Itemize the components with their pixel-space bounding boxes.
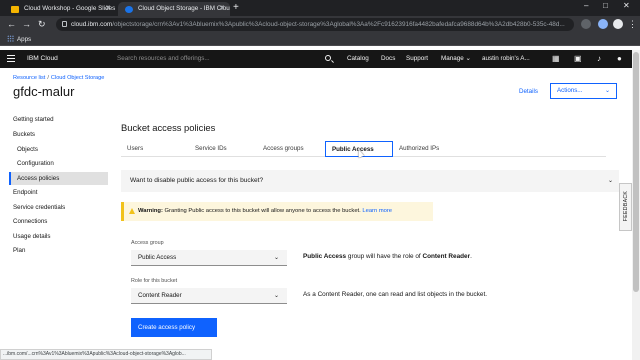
access-group-label: Access group — [131, 240, 164, 246]
sidebar-item-objects[interactable]: Objects — [17, 146, 38, 153]
browser-tab-cos[interactable]: Cloud Object Storage - IBM Clou ✕ — [118, 2, 230, 16]
status-bar-url: ...ibm.com/...crn%3Av1%3Abluemix%3Apubli… — [0, 349, 212, 360]
role-select[interactable]: Content Reader ⌄ — [131, 288, 287, 304]
menu-icon[interactable] — [7, 55, 15, 62]
user-avatar-icon[interactable]: ● — [617, 54, 622, 64]
help-icon[interactable]: ▣ — [574, 54, 582, 64]
sidebar-item-configuration[interactable]: Configuration — [17, 160, 54, 167]
access-group-description: Public Access group will have the role o… — [303, 253, 472, 260]
sidebar-item-buckets[interactable]: Buckets — [13, 131, 35, 138]
page-title: gfdc-malur — [13, 84, 75, 99]
sidebar-item-access-policies[interactable]: Access policies — [17, 175, 59, 182]
sidebar-item-usage-details[interactable]: Usage details — [13, 233, 51, 240]
nav-catalog[interactable]: Catalog — [347, 50, 369, 68]
role-label: Role for this bucket — [131, 278, 178, 284]
bookmarks-bar: Apps — [0, 33, 640, 46]
search-icon[interactable] — [325, 55, 331, 61]
warning-icon — [129, 208, 135, 214]
browser-tab-title: Cloud Workshop - Google Slides — [24, 5, 116, 12]
minimize-icon[interactable]: – — [584, 1, 588, 10]
tab-users[interactable]: Users — [121, 141, 189, 156]
chevron-down-icon: ⌄ — [465, 55, 471, 62]
tab-service-ids[interactable]: Service IDs — [189, 141, 257, 156]
browser-tab-title: Cloud Object Storage - IBM Clou — [138, 5, 230, 12]
browser-menu-icon[interactable]: ⋮ — [628, 18, 637, 31]
create-access-policy-button[interactable]: Create access policy — [131, 318, 217, 337]
account-switcher[interactable]: austin robin's A... — [482, 50, 530, 68]
section-title: Bucket access policies — [121, 122, 216, 133]
browser-tab-strip: Cloud Workshop - Google Slides ✕ Cloud O… — [0, 0, 640, 16]
sidebar-item-endpoint[interactable]: Endpoint — [13, 189, 37, 196]
tab-authorized-ips[interactable]: Authorized IPs — [393, 141, 461, 156]
tab-access-groups[interactable]: Access groups — [257, 141, 325, 156]
sidebar-item-service-credentials[interactable]: Service credentials — [13, 204, 65, 211]
learn-more-link[interactable]: Learn more — [362, 208, 392, 214]
close-tab-icon[interactable]: ✕ — [219, 2, 225, 16]
profile-avatar[interactable] — [613, 19, 623, 29]
sidebar-item-getting-started[interactable]: Getting started — [13, 116, 54, 123]
notifications-icon[interactable]: ♪ — [597, 54, 601, 64]
extension-icon[interactable] — [581, 19, 591, 29]
lock-icon — [62, 21, 67, 27]
chevron-down-icon: ⌄ — [604, 88, 610, 94]
chevron-down-icon: ⌄ — [273, 293, 279, 299]
ibm-favicon-icon — [125, 5, 133, 13]
reload-icon[interactable]: ↻ — [38, 18, 46, 31]
new-tab-icon[interactable]: + — [233, 2, 239, 14]
feedback-button[interactable]: FEEDBACK — [619, 183, 632, 231]
close-window-icon[interactable]: ✕ — [623, 1, 630, 10]
warning-notification: Warning: Granting Public access to this … — [121, 202, 433, 221]
sidebar-item-plan[interactable]: Plan — [13, 247, 25, 254]
page-scrollbar[interactable] — [632, 50, 640, 360]
apps-grid-icon — [7, 35, 14, 42]
nav-support[interactable]: Support — [406, 50, 428, 68]
disable-public-access-accordion[interactable]: Want to disable public access for this b… — [121, 170, 619, 192]
close-tab-icon[interactable]: ✕ — [105, 2, 111, 16]
chevron-down-icon: ⌄ — [273, 255, 279, 261]
nav-docs[interactable]: Docs — [381, 50, 395, 68]
breadcrumb: Resource list / Cloud Object Storage — [13, 75, 104, 81]
apps-bookmark[interactable]: Apps — [7, 34, 31, 45]
access-group-select[interactable]: Public Access ⌄ — [131, 250, 287, 266]
slides-favicon-icon — [11, 5, 19, 13]
extension-icon[interactable] — [598, 19, 608, 29]
ibm-cloud-header: IBM Cloud Search resources and offerings… — [0, 50, 640, 68]
browser-toolbar: ← → ↻ cloud.ibm.com/objectstorage/crn%3A… — [0, 16, 640, 33]
back-icon[interactable]: ← — [7, 18, 16, 31]
search-input[interactable]: Search resources and offerings... — [117, 50, 210, 68]
breadcrumb-cos[interactable]: Cloud Object Storage — [51, 75, 104, 81]
breadcrumb-resource-list[interactable]: Resource list — [13, 75, 45, 81]
address-bar[interactable]: cloud.ibm.com/objectstorage/crn%3Av1%3Ab… — [56, 18, 574, 31]
actions-dropdown[interactable]: Actions... ⌄ — [550, 83, 617, 99]
browser-tab-slides[interactable]: Cloud Workshop - Google Slides ✕ — [4, 2, 116, 16]
address-url: cloud.ibm.com/objectstorage/crn%3Av1%3Ab… — [71, 21, 565, 28]
forward-icon[interactable]: → — [22, 18, 31, 31]
maximize-icon[interactable]: □ — [603, 1, 608, 10]
chevron-down-icon: ⌄ — [607, 178, 613, 184]
nav-manage[interactable]: Manage ⌄ — [441, 50, 471, 68]
scrollbar-thumb[interactable] — [633, 52, 639, 292]
sidebar-item-connections[interactable]: Connections — [13, 218, 47, 225]
details-link[interactable]: Details — [519, 88, 538, 95]
cost-estimator-icon[interactable]: ▦ — [552, 54, 560, 64]
role-description: As a Content Reader, one can read and li… — [303, 291, 488, 298]
brand-logo[interactable]: IBM Cloud — [27, 50, 58, 68]
